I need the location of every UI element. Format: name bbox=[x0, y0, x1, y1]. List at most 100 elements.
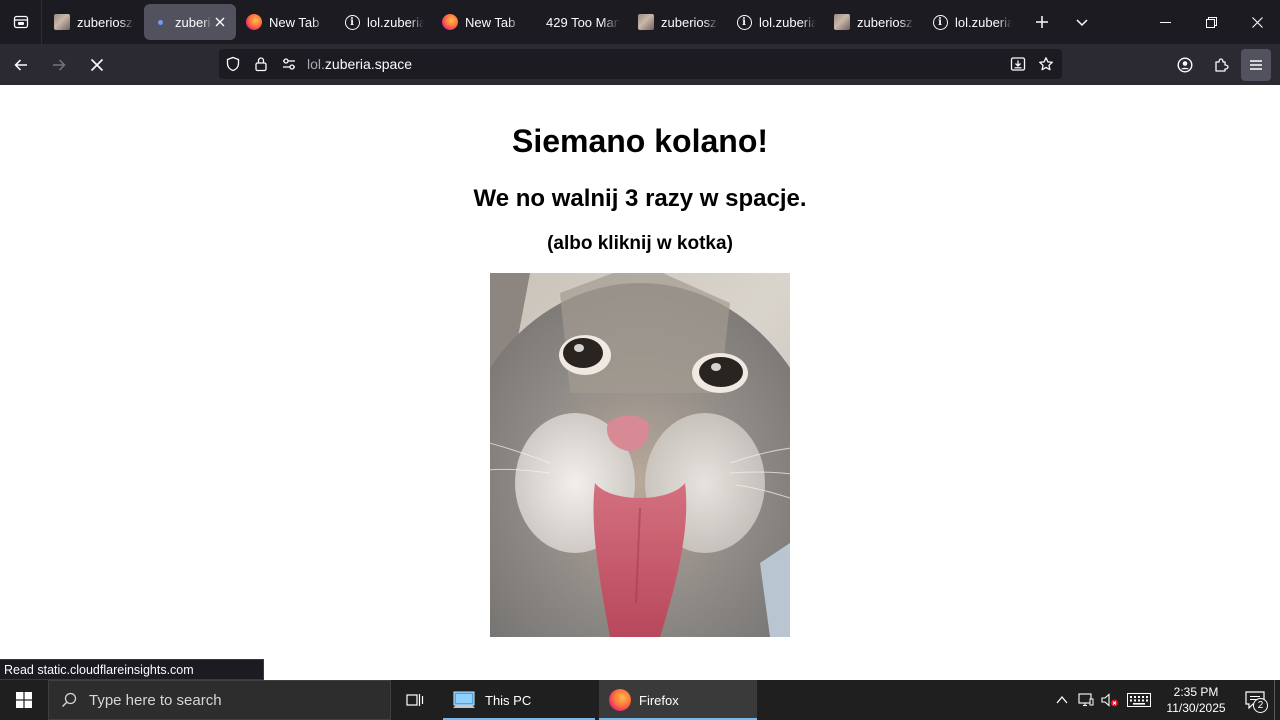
hamburger-menu-icon bbox=[1250, 59, 1262, 70]
tab[interactable]: New Tab bbox=[434, 4, 530, 40]
action-center-button[interactable]: 2 bbox=[1236, 680, 1274, 720]
extensions-button[interactable] bbox=[1203, 49, 1239, 81]
volume-muted-icon[interactable] bbox=[1098, 680, 1122, 720]
toolbar-right bbox=[1167, 44, 1280, 85]
bookmark-star-icon[interactable] bbox=[1032, 49, 1060, 79]
app-menu-button[interactable] bbox=[1241, 48, 1271, 81]
url-text[interactable]: lol.zuberia.space bbox=[307, 56, 412, 72]
search-placeholder: Type here to search bbox=[89, 691, 222, 709]
page-hint: (albo kliknij w kotka) bbox=[547, 233, 733, 254]
taskbar-app-this-pc[interactable]: This PC bbox=[443, 680, 595, 720]
close-tab-icon[interactable] bbox=[212, 14, 228, 30]
chevron-up-icon bbox=[1056, 695, 1068, 704]
tab[interactable]: New Tab bbox=[238, 4, 334, 40]
tab-list: zuberiosze zuberia New Tab i lol.zuberia… bbox=[42, 0, 1102, 44]
loading-dot-icon bbox=[152, 14, 168, 30]
system-tray: 2:35 PM 11/30/2025 2 bbox=[1050, 680, 1280, 720]
minimize-icon bbox=[1159, 21, 1171, 23]
restore-icon bbox=[1205, 16, 1217, 28]
close-icon bbox=[1251, 16, 1263, 28]
tab[interactable]: zuberiosze bbox=[46, 4, 142, 40]
list-all-tabs-button[interactable] bbox=[1062, 4, 1102, 40]
tab-title: lol.zuberia bbox=[367, 14, 424, 30]
firefox-view-icon bbox=[13, 15, 28, 29]
arrow-right-icon bbox=[53, 58, 66, 71]
tab-title: zuberiosze bbox=[77, 14, 134, 30]
file-explorer-icon bbox=[453, 691, 475, 708]
start-button[interactable] bbox=[0, 680, 48, 720]
minimize-button[interactable] bbox=[1142, 0, 1188, 44]
restore-button[interactable] bbox=[1188, 0, 1234, 44]
clock-date: 11/30/2025 bbox=[1166, 701, 1226, 715]
network-icon[interactable] bbox=[1074, 680, 1098, 720]
install-app-icon[interactable] bbox=[1004, 49, 1032, 79]
firefox-view-button[interactable] bbox=[0, 0, 42, 44]
chevron-down-icon bbox=[1076, 19, 1088, 27]
address-bar[interactable]: lol.zuberia.space bbox=[219, 49, 1062, 79]
navigation-toolbar: lol.zuberia.space bbox=[0, 44, 1280, 85]
tab-title: lol.zuberia bbox=[759, 14, 816, 30]
tab-title: zuberiosze bbox=[857, 14, 914, 30]
clock-time: 2:35 PM bbox=[1173, 685, 1219, 699]
info-icon: i bbox=[932, 14, 948, 30]
firefox-icon bbox=[246, 14, 262, 30]
forward-button[interactable] bbox=[42, 49, 76, 81]
tab[interactable]: zuberiosze bbox=[826, 4, 922, 40]
account-button[interactable] bbox=[1167, 49, 1203, 81]
new-tab-button[interactable] bbox=[1022, 4, 1062, 40]
tracking-protection-shield-icon[interactable] bbox=[219, 49, 247, 79]
site-permissions-icon[interactable] bbox=[275, 49, 303, 79]
tab[interactable]: zuberiosze bbox=[630, 4, 726, 40]
tab[interactable]: i lol.zuberia bbox=[728, 4, 824, 40]
taskbar-app-firefox[interactable]: Firefox bbox=[599, 680, 757, 720]
page-heading: Siemano kolano! bbox=[511, 123, 769, 159]
taskbar-app-label: Firefox bbox=[639, 692, 679, 708]
stop-loading-button[interactable] bbox=[80, 49, 114, 81]
tab-title: New Tab bbox=[269, 14, 320, 30]
notification-count-badge: 2 bbox=[1253, 698, 1268, 713]
taskbar-app-label: This PC bbox=[485, 692, 532, 708]
address-bar-actions bbox=[1004, 49, 1060, 79]
windows-logo-icon bbox=[16, 692, 32, 708]
firefox-icon bbox=[609, 689, 631, 711]
thumbnail-image-icon bbox=[638, 14, 654, 30]
status-panel: Read static.cloudflareinsights.com bbox=[0, 659, 264, 680]
account-icon bbox=[1177, 56, 1193, 73]
cat-image[interactable] bbox=[490, 273, 790, 637]
puzzle-piece-icon bbox=[1215, 57, 1229, 72]
tab-title: lol.zuberia bbox=[955, 14, 1012, 30]
windows-taskbar: Type here to search This PC Firefox 2:35… bbox=[0, 680, 1280, 720]
tab-strip: zuberiosze zuberia New Tab i lol.zuberia… bbox=[0, 0, 1280, 44]
show-hidden-icons-button[interactable] bbox=[1050, 680, 1074, 720]
firefox-icon bbox=[442, 14, 458, 30]
info-icon: i bbox=[344, 14, 360, 30]
tab-title: zuberia bbox=[175, 14, 212, 30]
page-content: Siemano kolano! We no walnij 3 razy w sp… bbox=[0, 85, 1280, 680]
lock-icon[interactable] bbox=[247, 49, 275, 79]
tab[interactable]: i lol.zuberia bbox=[336, 4, 432, 40]
task-view-button[interactable] bbox=[391, 680, 439, 720]
url-domain: zuberia.space bbox=[324, 56, 413, 72]
keyboard-icon[interactable] bbox=[1122, 680, 1156, 720]
show-desktop-button[interactable] bbox=[1274, 680, 1280, 720]
task-view-icon bbox=[406, 694, 424, 706]
tab-title: 429 Too Many bbox=[546, 14, 620, 30]
page-subheading: We no walnij 3 razy w spacje. bbox=[473, 185, 807, 212]
tab[interactable]: 429 Too Many bbox=[532, 4, 628, 40]
taskbar-clock[interactable]: 2:35 PM 11/30/2025 bbox=[1162, 684, 1230, 716]
info-icon: i bbox=[736, 14, 752, 30]
arrow-left-icon bbox=[14, 58, 27, 71]
stop-icon bbox=[90, 58, 104, 71]
search-icon bbox=[62, 692, 77, 707]
back-button[interactable] bbox=[4, 49, 38, 81]
tab-title: New Tab bbox=[465, 14, 516, 30]
tab-active[interactable]: zuberia bbox=[144, 4, 236, 40]
plus-icon bbox=[1036, 16, 1048, 28]
tab[interactable]: i lol.zuberia bbox=[924, 4, 1020, 40]
thumbnail-image-icon bbox=[834, 14, 850, 30]
close-window-button[interactable] bbox=[1234, 0, 1280, 44]
tab-title: zuberiosze bbox=[661, 14, 718, 30]
url-subdomain: lol. bbox=[307, 56, 325, 72]
taskbar-search-box[interactable]: Type here to search bbox=[48, 680, 391, 720]
thumbnail-image-icon bbox=[54, 14, 70, 30]
